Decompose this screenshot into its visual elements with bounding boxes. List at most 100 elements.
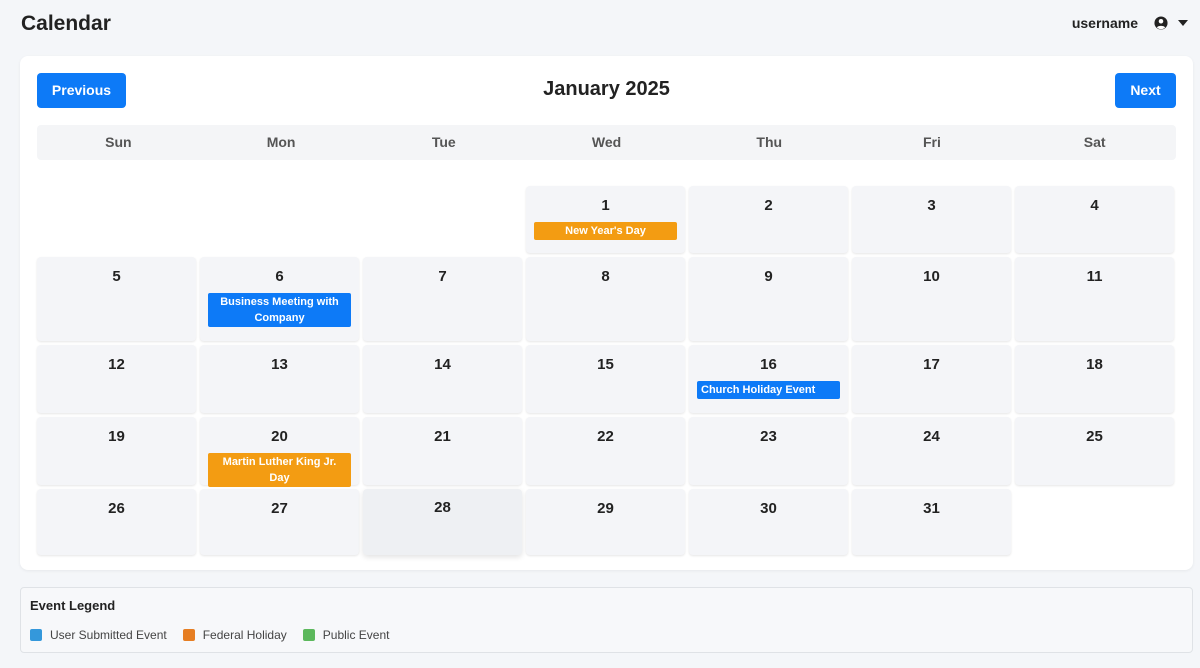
day-cell-31[interactable]: 31 [852, 489, 1011, 555]
day-cell-5[interactable]: 5 [37, 257, 196, 341]
day-cell-20[interactable]: 20 Martin Luther King Jr. Day [200, 417, 359, 487]
day-cell-16[interactable]: 16 Church Holiday Event [689, 345, 848, 413]
day-cell-21[interactable]: 21 [363, 417, 522, 485]
legend-item-public-event: Public Event [302, 628, 390, 642]
legend-item-user-submitted: User Submitted Event [30, 628, 167, 642]
day-number: 27 [271, 500, 288, 517]
weekday-header: Sun Mon Tue Wed Thu Fri Sat [37, 125, 1176, 160]
legend-title: Event Legend [30, 598, 116, 613]
weekday-label: Fri [923, 134, 941, 150]
event-legend: Event Legend User Submitted Event Federa… [20, 587, 1193, 653]
legend-swatch [302, 629, 315, 641]
legend-swatch [182, 629, 195, 641]
day-cell-2[interactable]: 2 [689, 186, 848, 253]
legend-label: Public Event [322, 628, 390, 642]
day-number: 14 [434, 356, 451, 373]
day-number: 16 [760, 356, 777, 373]
empty-day-cell [37, 186, 196, 253]
day-number: 21 [434, 428, 451, 445]
day-cell-6[interactable]: 6 Business Meeting with Company [200, 257, 359, 341]
day-cell-30[interactable]: 30 [689, 489, 848, 555]
day-number: 12 [108, 356, 125, 373]
day-cell-15[interactable]: 15 [526, 345, 685, 413]
event-chip[interactable]: Church Holiday Event [697, 381, 840, 399]
day-cell-27[interactable]: 27 [200, 489, 359, 555]
calendar-grid: 1 New Year's Day 2 3 4 5 6 Business Meeting wit… [37, 186, 1176, 555]
caret-down-icon[interactable] [1178, 20, 1188, 26]
day-number: 18 [1086, 356, 1103, 373]
weekday-label: Sun [105, 134, 132, 150]
day-cell-14[interactable]: 14 [363, 345, 522, 413]
day-cell-10[interactable]: 10 [852, 257, 1011, 341]
empty-day-cell [363, 186, 522, 253]
day-cell-23[interactable]: 23 [689, 417, 848, 485]
legend-item-federal-holiday: Federal Holiday [182, 628, 287, 642]
day-number: 22 [597, 428, 614, 445]
day-cell-24[interactable]: 24 [852, 417, 1011, 485]
day-cell-4[interactable]: 4 [1015, 186, 1174, 253]
day-cell-26[interactable]: 26 [37, 489, 196, 555]
day-cell-22[interactable]: 22 [526, 417, 685, 485]
day-number: 26 [108, 500, 125, 517]
day-number: 10 [923, 268, 940, 285]
day-cell-9[interactable]: 9 [689, 257, 848, 341]
event-chip[interactable]: New Year's Day [534, 222, 677, 240]
event-chip[interactable]: Martin Luther King Jr. Day [208, 453, 351, 487]
day-cell-12[interactable]: 12 [37, 345, 196, 413]
day-number: 23 [760, 428, 777, 445]
day-cell-19[interactable]: 19 [37, 417, 196, 485]
day-number: 6 [275, 268, 284, 285]
day-number: 13 [271, 356, 288, 373]
day-number: 24 [923, 428, 940, 445]
day-cell-28[interactable]: 28 [363, 489, 522, 555]
weekday-label: Wed [591, 134, 622, 150]
event-chip[interactable]: Business Meeting with Company [208, 293, 351, 327]
day-number: 17 [923, 356, 940, 373]
empty-day-cell [200, 186, 359, 253]
user-menu[interactable]: username [1072, 15, 1188, 31]
weekday-label: Tue [431, 134, 456, 150]
day-cell-13[interactable]: 13 [200, 345, 359, 413]
legend-items: User Submitted Event Federal Holiday Pub… [30, 628, 405, 642]
app-title: Calendar [21, 12, 111, 35]
legend-label: User Submitted Event [50, 628, 167, 642]
day-cell-25[interactable]: 25 [1015, 417, 1174, 485]
day-cell-29[interactable]: 29 [526, 489, 685, 555]
empty-day-cell [1015, 489, 1174, 555]
day-number: 8 [601, 268, 610, 285]
day-cell-3[interactable]: 3 [852, 186, 1011, 253]
day-number: 5 [112, 268, 121, 285]
legend-label: Federal Holiday [202, 628, 287, 642]
legend-swatch [30, 629, 42, 641]
day-number: 1 [601, 197, 610, 214]
user-circle-icon[interactable] [1154, 16, 1168, 30]
day-number: 2 [764, 197, 773, 214]
day-number: 28 [434, 499, 451, 516]
day-number: 9 [764, 268, 773, 285]
username-label: username [1071, 15, 1138, 31]
day-cell-11[interactable]: 11 [1015, 257, 1174, 341]
day-cell-1[interactable]: 1 New Year's Day [526, 186, 685, 253]
day-number: 7 [438, 268, 447, 285]
top-bar: Calendar username [0, 0, 1200, 48]
day-cell-17[interactable]: 17 [852, 345, 1011, 413]
calendar-card: Previous January 2025 Next Sun Mon Tue W… [20, 56, 1193, 570]
day-number: 25 [1086, 428, 1103, 445]
day-cell-18[interactable]: 18 [1015, 345, 1174, 413]
day-number: 11 [1086, 268, 1103, 285]
day-cell-7[interactable]: 7 [363, 257, 522, 341]
day-number: 3 [927, 197, 936, 214]
weekday-label: Thu [756, 134, 783, 150]
day-number: 31 [923, 500, 940, 517]
day-cell-8[interactable]: 8 [526, 257, 685, 341]
day-number: 30 [760, 500, 777, 517]
day-number: 20 [271, 428, 288, 445]
day-number: 29 [597, 500, 614, 517]
weekday-label: Mon [266, 134, 296, 150]
day-number: 4 [1090, 197, 1099, 214]
day-number: 15 [597, 356, 614, 373]
next-month-button[interactable]: Next [1115, 73, 1176, 108]
weekday-label: Sat [1083, 134, 1106, 150]
day-number: 19 [108, 428, 125, 445]
month-title: January 2025 [543, 78, 670, 100]
